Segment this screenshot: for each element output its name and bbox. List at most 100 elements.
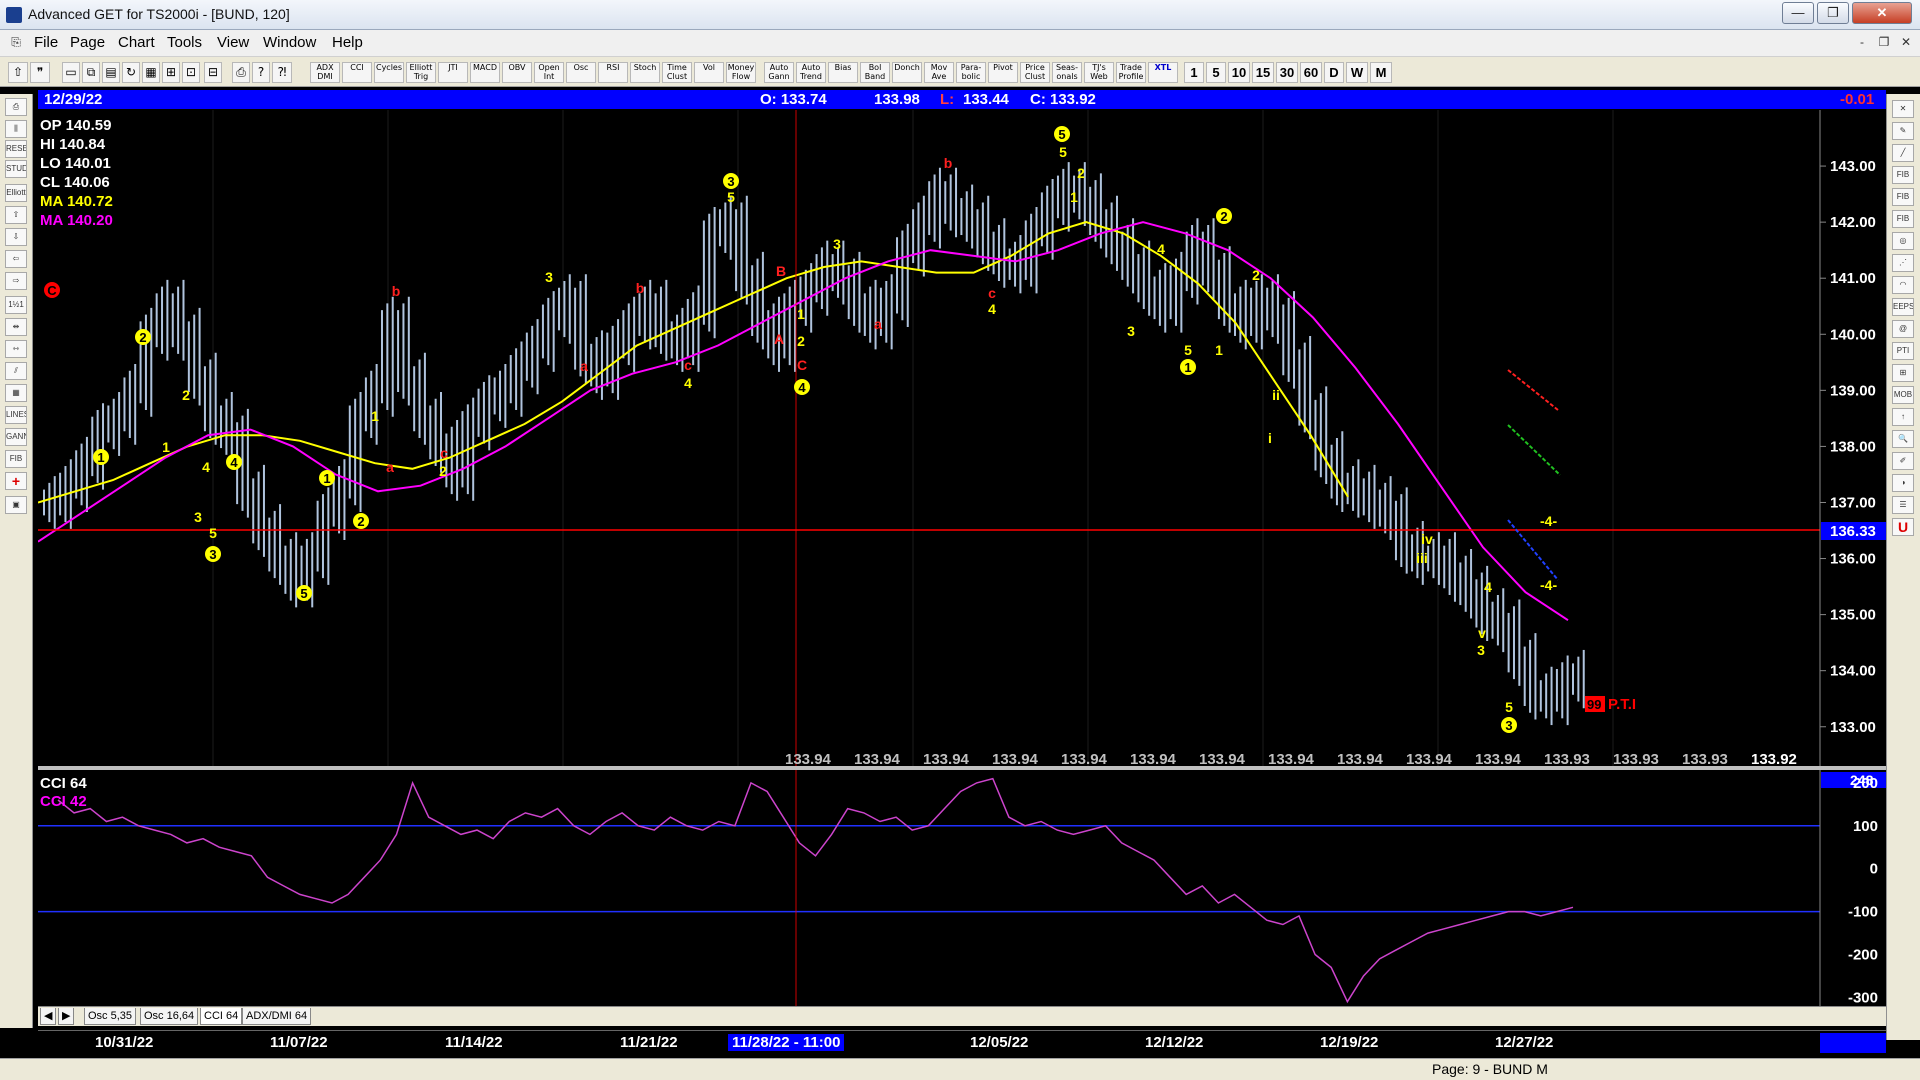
fib-tool-icon[interactable]: FIB: [5, 450, 27, 468]
wave-count-tool-icon[interactable]: 1½1: [5, 296, 27, 314]
study-tool-icon[interactable]: STUDY: [5, 160, 27, 178]
mob-tool-icon[interactable]: MOB: [1892, 386, 1914, 404]
interval-15-button[interactable]: 15: [1252, 62, 1274, 83]
study-bol-band-button[interactable]: Bol Band: [860, 62, 890, 83]
compress-tool-icon[interactable]: ⇿: [5, 340, 27, 358]
arc-tool-icon[interactable]: ◠: [1892, 276, 1914, 294]
channel-tool-icon[interactable]: ⫽: [5, 362, 27, 380]
help-icon[interactable]: ?: [252, 62, 270, 83]
study-donch-button[interactable]: Donch: [892, 62, 922, 83]
tab-cci-64[interactable]: CCI 64: [200, 1008, 243, 1025]
table-tool-icon[interactable]: ▦: [5, 384, 27, 402]
lines-tool-icon[interactable]: LINES: [5, 406, 27, 424]
menu-window[interactable]: Window: [263, 34, 316, 51]
interval-monthly-button[interactable]: M: [1370, 62, 1392, 83]
grid-tool-icon[interactable]: ⊞: [1892, 364, 1914, 382]
arrow-left-tool-icon[interactable]: ⇦: [5, 250, 27, 268]
study-osc-button[interactable]: Osc: [566, 62, 596, 83]
study-open-int-button[interactable]: Open Int: [534, 62, 564, 83]
study-adx-dmi-button[interactable]: ADX DMI: [310, 62, 340, 83]
study-seasonals-button[interactable]: Seas-onals: [1052, 62, 1082, 83]
study-money-flow-button[interactable]: Money Flow: [726, 62, 756, 83]
interval-60-button[interactable]: 60: [1300, 62, 1322, 83]
fan-tool-icon[interactable]: ⋰: [1892, 254, 1914, 272]
close-x-tool-icon[interactable]: ✕: [1892, 100, 1914, 118]
eeps-tool-icon[interactable]: EEPS: [1892, 298, 1914, 316]
study-vol-button[interactable]: Vol: [694, 62, 724, 83]
print-icon[interactable]: ⎙: [232, 62, 250, 83]
study-cycles-button[interactable]: Cycles: [374, 62, 404, 83]
menu-file[interactable]: File: [34, 34, 58, 51]
list-tool-icon[interactable]: ☰: [1892, 496, 1914, 514]
price-chart[interactable]: C2211443535121abc23abc435BA12C43abc45521…: [37, 110, 1886, 768]
menu-tools[interactable]: Tools: [167, 34, 202, 51]
new-file-icon[interactable]: ▭: [62, 62, 80, 83]
study-elliott-trig-button[interactable]: Elliott Trig: [406, 62, 436, 83]
layout-icon[interactable]: ▦: [142, 62, 160, 83]
print-tool-icon[interactable]: ⎙: [5, 98, 27, 116]
interval-weekly-button[interactable]: W: [1346, 62, 1368, 83]
minimize-button[interactable]: —: [1782, 2, 1814, 24]
zoom-tool-icon[interactable]: 🔍: [1892, 430, 1914, 448]
maximize-button[interactable]: ❐: [1817, 2, 1849, 24]
tab-osc-16-64[interactable]: Osc 16,64: [140, 1008, 199, 1025]
spiral-tool-icon[interactable]: @: [1892, 320, 1914, 338]
study-jti-button[interactable]: JTI: [438, 62, 468, 83]
study-trade-profile-button[interactable]: Trade Profile: [1116, 62, 1146, 83]
elliott-tool-icon[interactable]: Elliott: [5, 184, 27, 202]
menu-page[interactable]: Page: [70, 34, 105, 51]
fib-ret-tool-icon[interactable]: FIB RET: [1892, 166, 1914, 184]
menu-chart[interactable]: Chart: [118, 34, 155, 51]
cursor-tool-icon[interactable]: ⇧: [8, 62, 28, 83]
cci-indicator-panel[interactable]: CCI 64 CCI 42 248 200 100 0 -100 -200 -300: [38, 770, 1886, 1006]
quote-icon[interactable]: ❞: [30, 62, 50, 83]
study-pivot-button[interactable]: Pivot: [988, 62, 1018, 83]
interval-daily-button[interactable]: D: [1324, 62, 1344, 83]
close-button[interactable]: ✕: [1852, 2, 1912, 24]
interval-10-button[interactable]: 10: [1228, 62, 1250, 83]
grid-icon[interactable]: ⊞: [162, 62, 180, 83]
template-tool-icon[interactable]: ▣: [5, 496, 27, 514]
fib-circle-tool-icon[interactable]: ◎: [1892, 232, 1914, 250]
study-auto-gann-button[interactable]: Auto Gann: [764, 62, 794, 83]
interval-30-button[interactable]: 30: [1276, 62, 1298, 83]
tab-scroll-right[interactable]: ▶: [58, 1008, 75, 1025]
reset-tool-icon[interactable]: RESET: [5, 140, 27, 158]
study-obv-button[interactable]: OBV: [502, 62, 532, 83]
study-mov-ave-button[interactable]: Mov Ave: [924, 62, 954, 83]
line-tool-icon[interactable]: ╱: [1892, 144, 1914, 162]
mdi-close-button[interactable]: ✕: [1896, 33, 1916, 51]
refresh-icon[interactable]: ↻: [122, 62, 140, 83]
zoom-fit-icon[interactable]: ⊡: [182, 62, 200, 83]
crosshair-tool-icon[interactable]: +: [5, 472, 27, 490]
expand-tool-icon[interactable]: ⇹: [5, 318, 27, 336]
arrow-right-tool-icon[interactable]: ⇨: [5, 272, 27, 290]
mdi-minimize-button[interactable]: -: [1852, 33, 1872, 51]
open-icon[interactable]: ▤: [102, 62, 120, 83]
document-icon[interactable]: ⎘: [6, 33, 26, 51]
chart-type-icon[interactable]: ⊟: [204, 62, 222, 83]
bars-tool-icon[interactable]: ⫼: [5, 120, 27, 138]
tab-osc-5-35[interactable]: Osc 5,35: [84, 1008, 137, 1025]
study-bias-button[interactable]: Bias: [828, 62, 858, 83]
mdi-restore-button[interactable]: ❐: [1874, 33, 1894, 51]
pti-tool-icon[interactable]: PTI: [1892, 342, 1914, 360]
gauge-tool-icon[interactable]: ◑: [1892, 474, 1914, 492]
menu-view[interactable]: View: [217, 34, 249, 51]
gann-tool-icon[interactable]: GANN: [5, 428, 27, 446]
fib-ext-tool-icon[interactable]: FIB EXT: [1892, 188, 1914, 206]
copy-icon[interactable]: ⧉: [82, 62, 100, 83]
study-tjs-web-button[interactable]: TJ's Web: [1084, 62, 1114, 83]
tab-scroll-left[interactable]: ◀: [40, 1008, 57, 1025]
study-auto-trend-button[interactable]: Auto Trend: [796, 62, 826, 83]
study-parabolic-button[interactable]: Para-bolic: [956, 62, 986, 83]
study-price-clust-button[interactable]: Price Clust: [1020, 62, 1050, 83]
u-tool-icon[interactable]: U: [1892, 518, 1914, 536]
study-macd-button[interactable]: MACD: [470, 62, 500, 83]
study-time-clust-button[interactable]: Time Clust: [662, 62, 692, 83]
price-chart-svg[interactable]: C2211 443535121abc23abc435BA12C43abc45521…: [37, 110, 1886, 768]
study-cci-button[interactable]: CCI: [342, 62, 372, 83]
tab-adx-dmi-64[interactable]: ADX/DMI 64: [242, 1008, 312, 1025]
menu-help[interactable]: Help: [332, 34, 363, 51]
context-help-icon[interactable]: ⁈: [272, 62, 292, 83]
